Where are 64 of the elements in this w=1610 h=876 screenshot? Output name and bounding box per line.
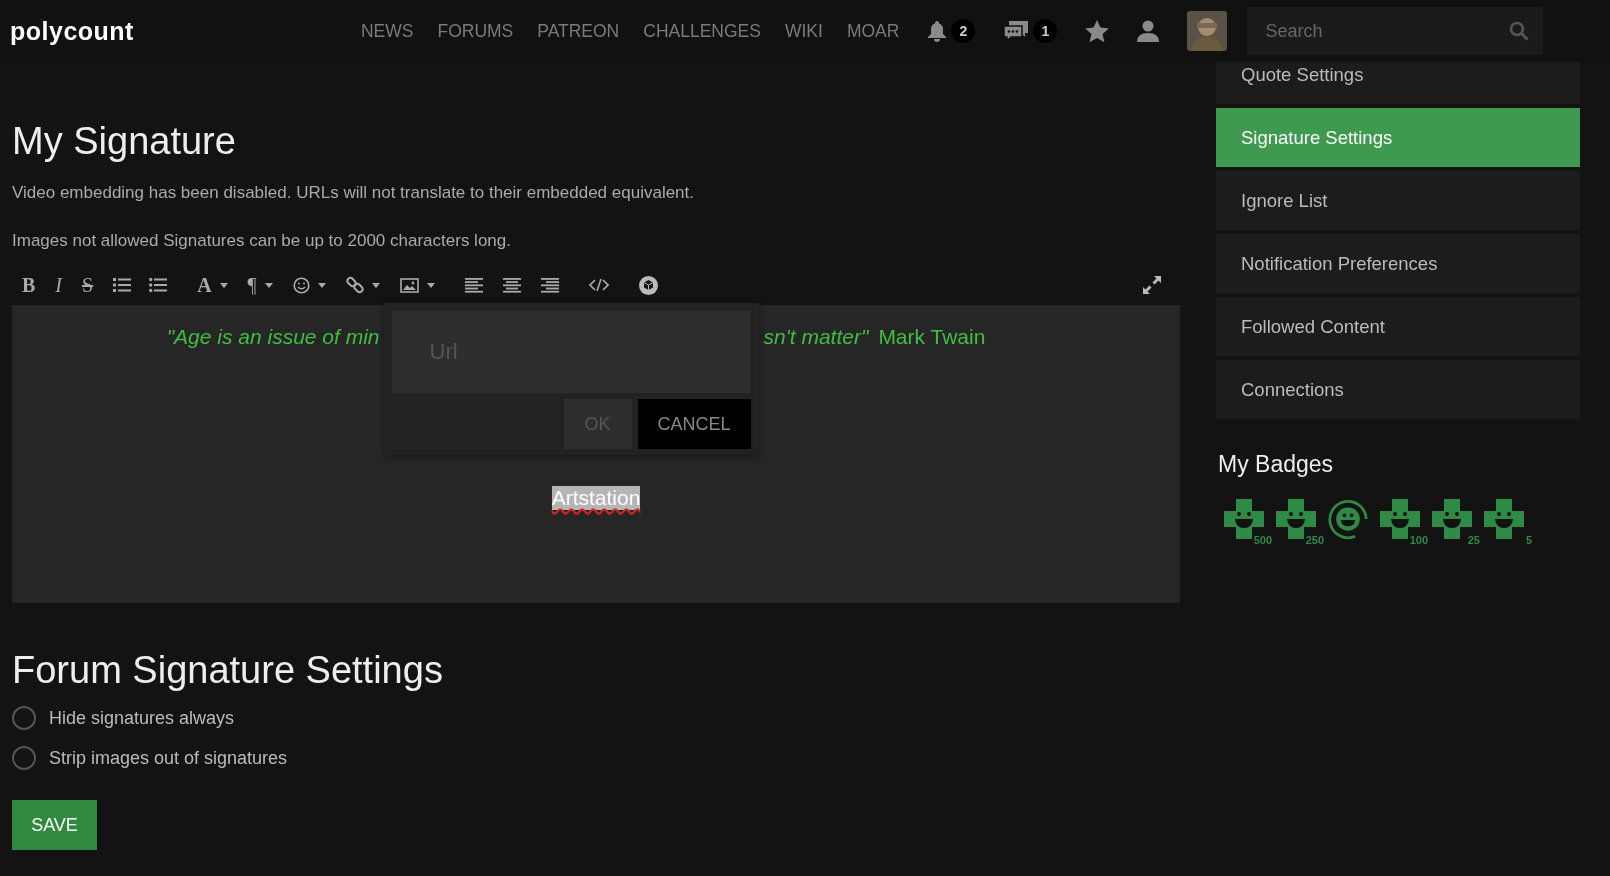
- logo[interactable]: polycount: [10, 16, 134, 46]
- sidebar-item[interactable]: Connections: [1216, 360, 1580, 419]
- info-text: Video embedding has been disabled. URLs will not translate to their embedded equivalent.: [12, 183, 696, 203]
- bullet-list-icon[interactable]: [149, 277, 168, 293]
- cube-icon[interactable]: [638, 275, 658, 295]
- caret-icon[interactable]: [426, 282, 435, 288]
- nav-link[interactable]: CHALLENGES: [643, 20, 761, 42]
- quote-text: sn't matter": [763, 325, 869, 349]
- badge-count: 100: [1409, 534, 1428, 546]
- align-right-icon[interactable]: [540, 277, 559, 293]
- link-icon[interactable]: [345, 276, 364, 294]
- image-icon[interactable]: [399, 277, 419, 293]
- numbered-list-icon[interactable]: [113, 277, 132, 293]
- caret-icon[interactable]: [264, 282, 273, 288]
- option-label: Strip images out of signatures: [49, 747, 288, 769]
- nav-link[interactable]: PATREON: [537, 20, 620, 42]
- page-heading: My Signature: [12, 120, 237, 163]
- section-heading: Forum Signature Settings: [12, 649, 444, 692]
- nav-link[interactable]: MOAR: [846, 20, 900, 42]
- quote-author: Mark Twain: [878, 325, 986, 349]
- format-button[interactable]: B: [22, 273, 36, 297]
- badge-count: 5: [1525, 534, 1532, 546]
- fullscreen-icon[interactable]: [1142, 275, 1162, 295]
- sidebar-item[interactable]: Quote Settings: [1216, 62, 1580, 104]
- save-button[interactable]: SAVE: [12, 800, 97, 850]
- selected-text: Artstation: [551, 486, 641, 510]
- user-icon[interactable]: [1137, 20, 1160, 42]
- search-field[interactable]: Search: [1247, 7, 1544, 55]
- sidebar-item[interactable]: Signature Settings: [1216, 108, 1580, 167]
- caret-icon[interactable]: [219, 282, 228, 288]
- option-label: Hide signatures always: [49, 707, 235, 729]
- caret-icon[interactable]: [317, 282, 326, 288]
- badge-icon[interactable]: [1328, 497, 1368, 541]
- format-button[interactable]: S: [82, 273, 94, 297]
- smiley-icon[interactable]: [292, 276, 310, 294]
- info-text: Images not allowed Signatures can be up to 2000 characters long.: [12, 231, 512, 251]
- badge-count: 25: [1467, 534, 1480, 546]
- radio-button[interactable]: [12, 706, 36, 730]
- nav-link[interactable]: WIKI: [784, 20, 823, 42]
- radio-button[interactable]: [12, 746, 36, 770]
- badge-count: 500: [1253, 534, 1272, 546]
- align-center-icon[interactable]: [502, 277, 521, 293]
- sidebar-item[interactable]: Notification Preferences: [1216, 234, 1580, 293]
- badge-count: 250: [1305, 534, 1324, 546]
- format-button[interactable]: A: [197, 273, 212, 297]
- nav-link[interactable]: FORUMS: [437, 20, 514, 42]
- sidebar-item[interactable]: Followed Content: [1216, 297, 1580, 356]
- format-button[interactable]: I: [55, 273, 62, 297]
- bell-icon[interactable]: [927, 20, 948, 42]
- format-button[interactable]: ¶: [247, 273, 257, 297]
- notification-count: 2: [951, 19, 976, 43]
- section-heading: My Badges: [1218, 451, 1335, 478]
- badge-icon[interactable]: [1484, 499, 1524, 539]
- star-icon[interactable]: [1085, 19, 1110, 43]
- notification-count: 1: [1033, 19, 1058, 43]
- code-icon[interactable]: [588, 278, 609, 292]
- chat-icon[interactable]: [1003, 20, 1030, 42]
- caret-icon[interactable]: [371, 282, 380, 288]
- quote-text: "Age is an issue of min: [166, 325, 380, 349]
- avatar-icon[interactable]: [1187, 11, 1228, 51]
- nav-link[interactable]: NEWS: [360, 20, 414, 42]
- cancel-button[interactable]: CANCEL: [637, 399, 751, 449]
- align-left-icon[interactable]: [464, 277, 483, 293]
- sidebar-item[interactable]: Ignore List: [1216, 171, 1580, 230]
